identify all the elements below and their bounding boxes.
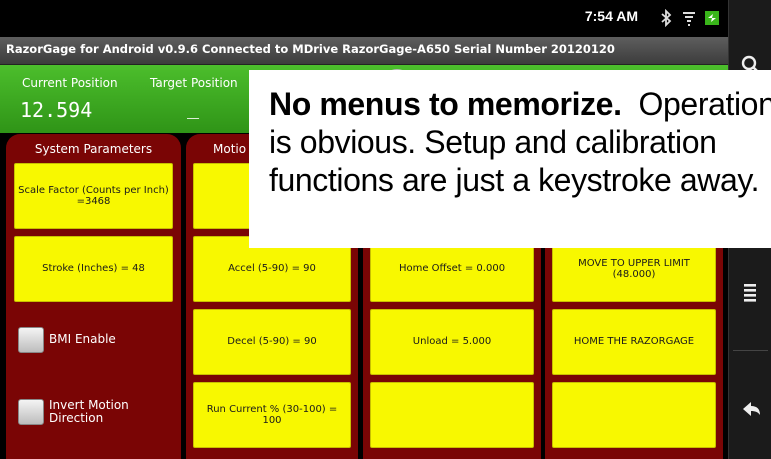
invert-motion-checkbox[interactable]: Invert Motion Direction (18, 398, 159, 426)
run-current-button[interactable]: Run Current % (30-100) = 100 (193, 382, 351, 448)
sidebar-divider (733, 350, 768, 351)
callout-line-2: is obvious. Setup and calibration (269, 124, 717, 160)
checkbox-box[interactable] (18, 399, 44, 426)
wifi-icon (683, 12, 695, 26)
callout-line-3: functions are just a keystroke away. (269, 162, 760, 198)
checkbox-box[interactable] (18, 327, 44, 353)
decel-button[interactable]: Decel (5-90) = 90 (193, 309, 351, 375)
status-bar: 7:54 AM (0, 0, 728, 37)
unload-button[interactable]: Unload = 5.000 (370, 309, 534, 375)
target-position-label: Target Position (150, 76, 238, 90)
target-position-value[interactable]: _ (187, 95, 199, 119)
app-title-bar: RazorGage for Android v0.9.6 Connected t… (0, 37, 728, 65)
bmi-enable-checkbox[interactable]: BMI Enable (18, 327, 116, 353)
callout-line-1: No menus to memorize. Operation (269, 85, 771, 123)
homing-empty-button[interactable] (370, 382, 534, 448)
bluetooth-icon (661, 9, 672, 27)
callout-text: No menus to memorize. Operation is obvio… (269, 85, 771, 199)
scale-factor-button[interactable]: Scale Factor (Counts per Inch) =3468 (14, 163, 173, 229)
motion-title: Motio (213, 142, 247, 156)
home-razorgage-button[interactable]: HOME THE RAZORGAGE (552, 309, 716, 375)
callout-line-1-rest: Operation (621, 86, 771, 122)
actions-empty-button[interactable] (552, 382, 716, 448)
current-position-label: Current Position (22, 76, 118, 90)
callout-headline: No menus to memorize. (269, 86, 622, 122)
system-parameters-panel: System Parameters Scale Factor (Counts p… (6, 134, 181, 459)
menu-icon[interactable] (729, 280, 771, 304)
current-position-value: 12.594 (20, 98, 93, 122)
stroke-button[interactable]: Stroke (Inches) = 48 (14, 236, 173, 302)
system-parameters-title: System Parameters (34, 142, 153, 156)
status-time: 7:54 AM (584, 8, 638, 24)
marketing-callout: No menus to memorize. Operation is obvio… (249, 70, 771, 248)
battery-icon (705, 11, 719, 25)
bmi-enable-label: BMI Enable (49, 332, 116, 347)
invert-motion-label: Invert Motion Direction (49, 398, 129, 426)
back-icon[interactable] (729, 395, 771, 423)
app-title: RazorGage for Android v0.9.6 Connected t… (6, 42, 615, 56)
